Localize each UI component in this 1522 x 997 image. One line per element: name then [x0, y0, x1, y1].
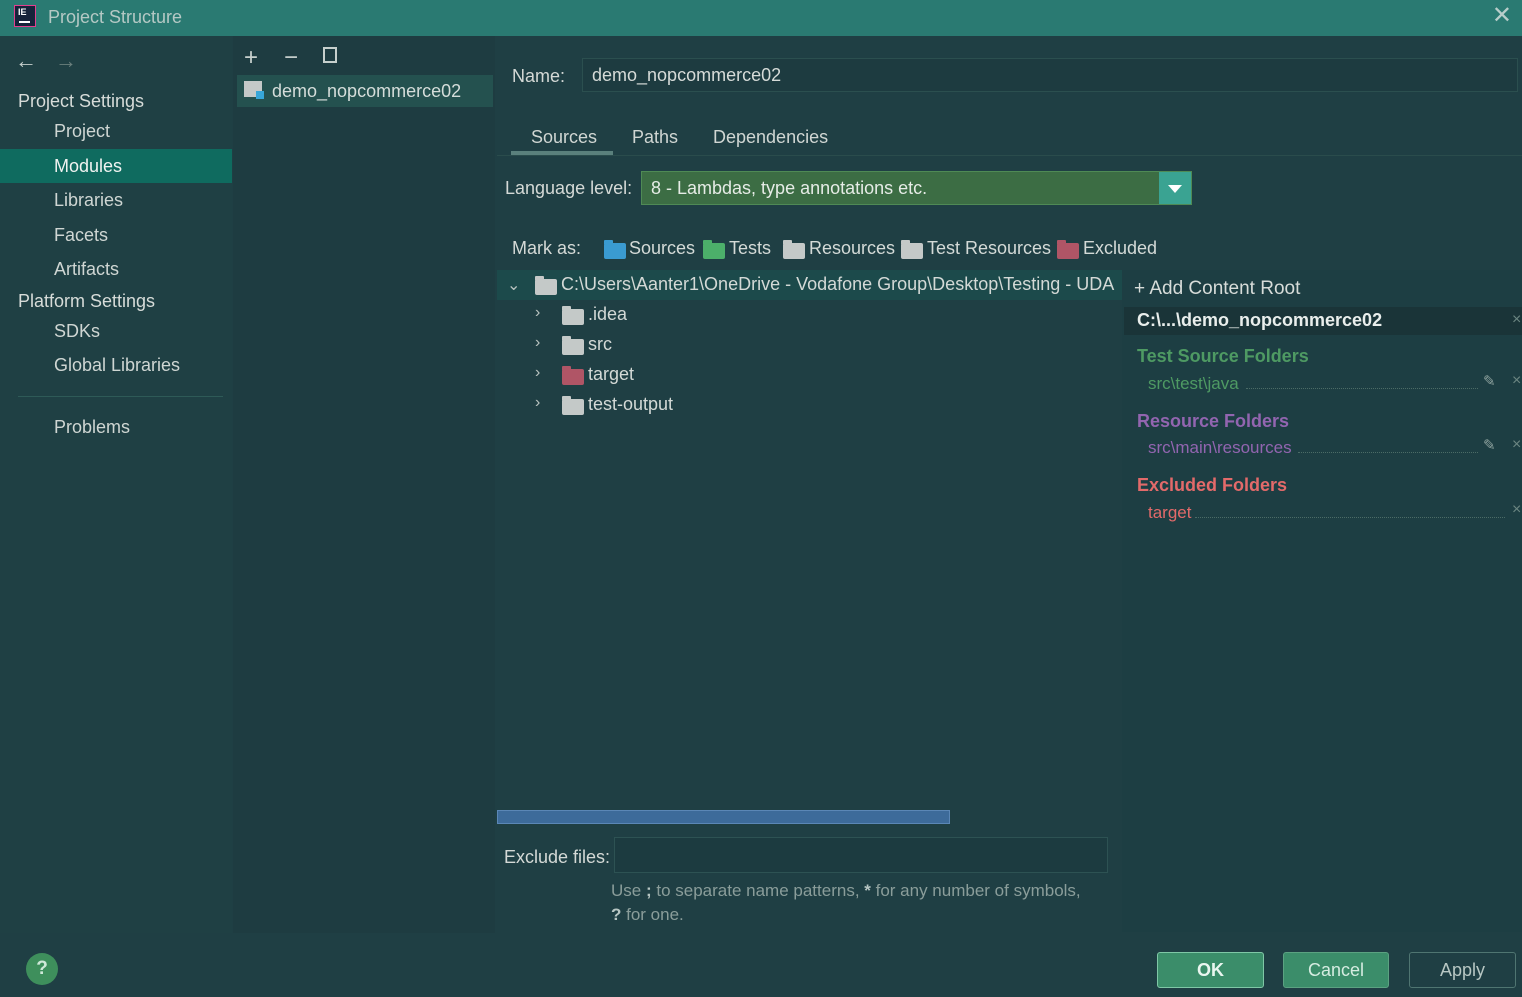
test-resources-folder-icon — [901, 240, 923, 259]
title-bar — [0, 0, 1522, 36]
nav-item-problems[interactable]: Problems — [0, 410, 232, 444]
help-icon[interactable]: ? — [26, 953, 58, 985]
excluded-folder-icon — [1057, 240, 1079, 259]
language-level-label: Language level: — [505, 178, 633, 198]
remove-folder-icon[interactable]: × — [1512, 372, 1521, 390]
mark-as-label: Mark as: — [512, 238, 582, 258]
tests-folder-icon — [703, 240, 725, 259]
mark-sources-button[interactable]: Sources — [629, 238, 695, 259]
copy-icon[interactable] — [323, 47, 337, 63]
excluded-folder-item: target — [1148, 503, 1192, 522]
tree-item-test-output[interactable]: test-output — [588, 394, 673, 415]
add-icon[interactable]: + — [244, 44, 258, 72]
nav-item-modules[interactable]: Modules — [0, 149, 232, 183]
exclude-files-label: Exclude files: — [504, 847, 611, 867]
chevron-down-icon[interactable]: ⌄ — [507, 275, 520, 295]
cancel-button[interactable]: Cancel — [1283, 952, 1389, 988]
forward-arrow-icon[interactable]: → — [55, 48, 77, 74]
exclude-hint-line1: Use ; to separate name patterns, * for a… — [611, 881, 1081, 900]
remove-content-root-icon[interactable]: × — [1512, 311, 1521, 329]
leader-dots — [1298, 452, 1478, 454]
remove-folder-icon[interactable]: × — [1512, 501, 1521, 519]
apply-button[interactable]: Apply — [1409, 952, 1516, 988]
nav-item-libraries[interactable]: Libraries — [0, 183, 232, 217]
intellij-logo-icon: IE — [14, 5, 36, 27]
chevron-right-icon[interactable]: › — [535, 304, 540, 322]
leader-dots — [1246, 388, 1478, 390]
resources-folder-icon — [783, 240, 805, 259]
module-list-pane — [233, 36, 495, 933]
folder-icon — [535, 276, 557, 295]
nav-divider — [18, 396, 223, 397]
nav-item-facets[interactable]: Facets — [0, 218, 232, 252]
sources-folder-icon — [604, 240, 626, 259]
name-label: Name: — [512, 66, 566, 86]
remove-icon[interactable]: − — [284, 44, 298, 72]
chevron-right-icon[interactable]: › — [535, 364, 540, 382]
platform-settings-header: Platform Settings — [18, 291, 156, 311]
edit-pencil-icon[interactable]: ✎ — [1483, 372, 1496, 390]
active-tab-indicator — [511, 151, 613, 155]
tree-root-path: C:\Users\Aanter1\OneDrive - Vodafone Gro… — [561, 274, 1115, 294]
exclude-files-input[interactable] — [614, 837, 1108, 873]
test-source-folders-header: Test Source Folders — [1137, 346, 1309, 366]
mark-resources-button[interactable]: Resources — [809, 238, 895, 259]
add-content-root-button[interactable]: + Add Content Root — [1134, 278, 1300, 300]
tab-dependencies[interactable]: Dependencies — [713, 127, 828, 148]
folder-icon — [562, 396, 584, 415]
tabs-divider — [497, 155, 1522, 156]
tree-item-target[interactable]: target — [588, 364, 634, 385]
content-root-path: C:\...\demo_nopcommerce02 — [1137, 310, 1383, 330]
chevron-down-icon[interactable] — [1159, 172, 1191, 204]
back-arrow-icon[interactable]: ← — [15, 48, 37, 74]
tab-sources[interactable]: Sources — [531, 127, 597, 148]
test-source-folder-item: src\test\java — [1148, 374, 1239, 393]
tree-item-src[interactable]: src — [588, 334, 612, 355]
window-title: Project Structure — [48, 7, 183, 27]
chevron-right-icon[interactable]: › — [535, 394, 540, 412]
plus-icon: + — [1134, 278, 1150, 299]
nav-item-sdks[interactable]: SDKs — [0, 314, 232, 348]
folder-icon — [562, 336, 584, 355]
nav-item-artifacts[interactable]: Artifacts — [0, 252, 232, 286]
module-list-item-label: demo_nopcommerce02 — [272, 81, 462, 101]
edit-pencil-icon[interactable]: ✎ — [1483, 436, 1496, 454]
exclude-hint-line2: ? for one. — [611, 905, 684, 924]
leader-dots — [1195, 517, 1505, 519]
excluded-folders-header: Excluded Folders — [1137, 475, 1288, 495]
mark-tests-button[interactable]: Tests — [729, 238, 771, 259]
nav-item-global-libraries[interactable]: Global Libraries — [0, 348, 232, 382]
tab-paths[interactable]: Paths — [632, 127, 678, 148]
ok-button[interactable]: OK — [1157, 952, 1264, 988]
chevron-right-icon[interactable]: › — [535, 334, 540, 352]
module-folder-icon — [244, 81, 264, 99]
content-root-panel — [1122, 270, 1522, 932]
remove-folder-icon[interactable]: × — [1512, 436, 1521, 454]
resource-folder-item: src\main\resources — [1148, 438, 1292, 457]
nav-item-project[interactable]: Project — [0, 114, 232, 148]
tree-horizontal-scrollbar[interactable] — [497, 810, 950, 824]
close-icon[interactable]: ✕ — [1492, 4, 1512, 28]
mark-test-resources-button[interactable]: Test Resources — [927, 238, 1051, 259]
mark-excluded-button[interactable]: Excluded — [1083, 238, 1157, 259]
excluded-folder-icon — [562, 366, 584, 385]
project-settings-header: Project Settings — [18, 91, 145, 111]
language-level-value: 8 - Lambdas, type annotations etc. — [651, 178, 928, 198]
tree-item-idea[interactable]: .idea — [588, 304, 627, 325]
resource-folders-header: Resource Folders — [1137, 411, 1290, 431]
folder-icon — [562, 306, 584, 325]
module-name-field[interactable]: demo_nopcommerce02 — [582, 58, 1518, 92]
add-content-root-label: Add Content Root — [1149, 278, 1301, 299]
